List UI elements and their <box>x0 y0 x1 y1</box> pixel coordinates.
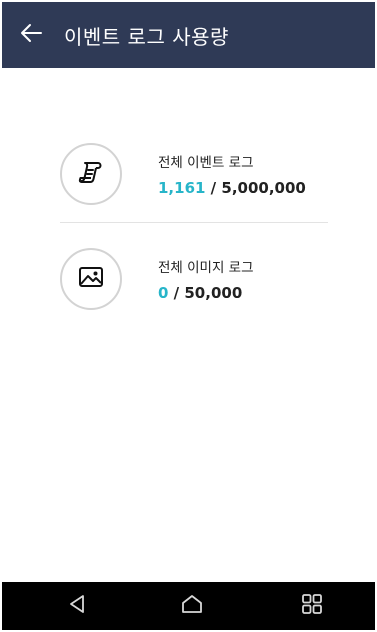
system-nav-bar <box>2 582 375 630</box>
image-log-value: 0 / 50,000 <box>158 284 254 302</box>
image-log-label: 전체 이미지 로그 <box>158 260 254 276</box>
nav-recent-apps-button[interactable] <box>282 582 342 630</box>
event-log-icon-circle <box>60 143 122 205</box>
image-log-separator: / <box>168 284 185 302</box>
page-title: 이벤트 로그 사용량 <box>64 24 229 49</box>
event-log-limit: 5,000,000 <box>221 179 306 197</box>
nav-back-button[interactable] <box>47 582 107 630</box>
scroll-document-icon <box>78 159 104 189</box>
event-log-label: 전체 이벤트 로그 <box>158 155 254 171</box>
stat-divider <box>60 222 328 223</box>
event-log-stat: 전체 이벤트 로그 1,161 / 5,000,000 <box>60 137 328 211</box>
image-log-text: 전체 이미지 로그 0 / 50,000 <box>158 256 254 302</box>
event-log-used: 1,161 <box>158 179 206 197</box>
recent-apps-icon <box>301 593 323 619</box>
usage-content: 전체 이벤트 로그 1,161 / 5,000,000 전체 이미지 로그 0 … <box>2 68 375 582</box>
app-bar: 이벤트 로그 사용량 <box>2 2 375 68</box>
nav-home-button[interactable] <box>162 582 222 630</box>
event-log-value: 1,161 / 5,000,000 <box>158 179 306 197</box>
image-log-used: 0 <box>158 284 169 302</box>
event-log-text: 전체 이벤트 로그 1,161 / 5,000,000 <box>158 151 306 197</box>
arrow-left-icon <box>19 23 43 47</box>
back-button[interactable] <box>2 2 60 68</box>
image-log-stat: 전체 이미지 로그 0 / 50,000 <box>60 242 328 316</box>
screen: 이벤트 로그 사용량 전체 이벤트 로그 1,161 / 5,000,000 전… <box>2 2 375 630</box>
event-log-separator: / <box>205 179 222 197</box>
image-log-limit: 50,000 <box>184 284 243 302</box>
home-icon <box>181 594 203 618</box>
triangle-back-icon <box>68 594 86 618</box>
image-log-icon-circle <box>60 248 122 310</box>
image-icon <box>78 265 104 293</box>
